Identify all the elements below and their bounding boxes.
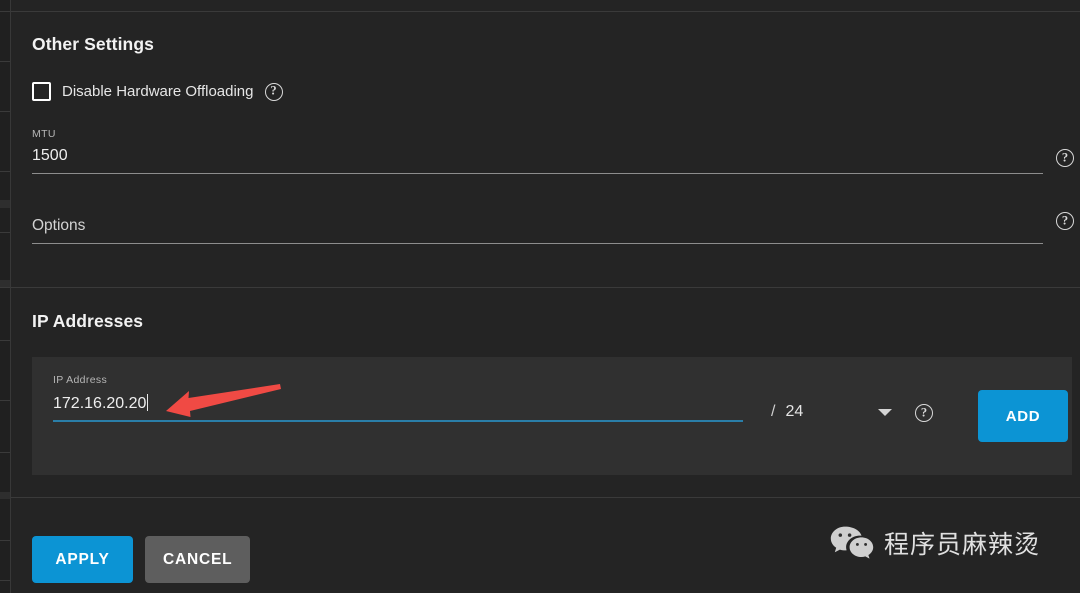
mtu-input[interactable]: 1500: [32, 147, 1043, 164]
divider-top: [11, 11, 1080, 12]
divider-sections: [11, 287, 1080, 288]
options-input[interactable]: Options: [32, 218, 1043, 234]
cancel-button[interactable]: CANCEL: [145, 536, 251, 583]
content-column: Other Settings Disable Hardware Offloadi…: [11, 0, 1080, 593]
options-field[interactable]: Options ?: [32, 212, 1074, 244]
disable-hardware-offloading-checkbox[interactable]: [32, 82, 51, 101]
ip-address-underline: [53, 419, 743, 422]
ip-address-input[interactable]: 172.16.20.20: [53, 393, 743, 412]
chevron-down-icon-prefix[interactable]: [878, 409, 892, 416]
mtu-label: MTU: [32, 128, 56, 140]
ip-address-card: IP Address 172.16.20.20 / 24 ? ADD: [32, 357, 1072, 475]
help-circle-icon-ip-glyph: ?: [915, 404, 933, 423]
ip-address-field[interactable]: IP Address 172.16.20.20: [53, 375, 743, 422]
add-ip-button[interactable]: ADD: [978, 390, 1068, 442]
mtu-underline: [32, 172, 1043, 174]
ip-address-value: 172.16.20.20: [53, 394, 147, 412]
apply-button[interactable]: APPLY: [32, 536, 133, 583]
prefix-length-value: 24: [785, 403, 804, 420]
watermark-text: 程序员麻辣烫: [884, 530, 1041, 559]
wechat-icon: [830, 526, 874, 559]
section-title-ip-addresses: IP Addresses: [32, 311, 144, 331]
prefix-length-select[interactable]: / 24: [771, 403, 803, 421]
divider-footer: [11, 497, 1080, 498]
help-circle-icon-mtu[interactable]: ?: [1056, 149, 1074, 168]
mtu-field[interactable]: MTU 1500 ?: [32, 128, 1074, 174]
help-circle-icon-options[interactable]: ?: [1056, 212, 1074, 231]
disable-hardware-offloading-row[interactable]: Disable Hardware Offloading ?: [32, 82, 283, 101]
section-title-other-settings: Other Settings: [32, 34, 154, 54]
options-underline: [32, 242, 1043, 244]
help-circle-icon-ip[interactable]: ?: [915, 404, 933, 423]
help-circle-icon-offloading[interactable]: ?: [264, 82, 283, 101]
footer-actions: APPLY CANCEL: [32, 536, 251, 583]
left-rail: [0, 0, 11, 593]
disable-hardware-offloading-label: Disable Hardware Offloading: [62, 83, 254, 100]
prefix-separator: /: [771, 403, 776, 420]
watermark: 程序员麻辣烫: [830, 525, 1040, 561]
text-cursor: [147, 393, 149, 411]
settings-page: Other Settings Disable Hardware Offloadi…: [0, 0, 1080, 593]
ip-address-label: IP Address: [53, 374, 108, 386]
